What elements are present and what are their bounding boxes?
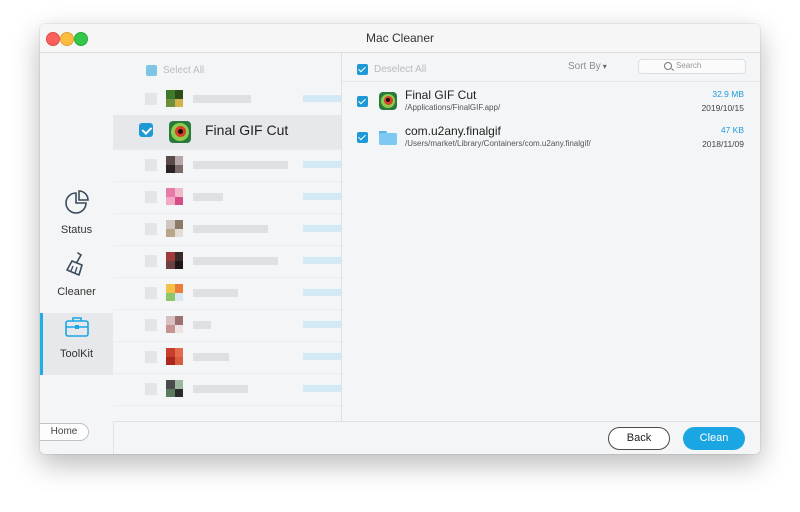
select-all-label: Select All	[163, 65, 205, 77]
sidebar-item-label: Cleaner	[57, 286, 96, 298]
app-checkbox[interactable]	[139, 123, 153, 137]
final-gif-cut-app-icon	[169, 121, 191, 143]
mac-cleaner-window: Mac Cleaner Status Cleaner ToolKit Home …	[40, 24, 760, 454]
search-icon	[664, 62, 672, 70]
toolbox-icon	[65, 317, 89, 337]
app-row[interactable]	[113, 181, 341, 214]
app-row[interactable]	[113, 341, 341, 374]
file-path: /Users/market/Library/Containers/com.u2a…	[405, 139, 591, 148]
broom-icon	[66, 252, 83, 276]
file-date: 2018/11/09	[702, 139, 744, 149]
detail-header: Deselect All Sort By ▾ Search	[342, 53, 760, 82]
select-all-checkbox[interactable]	[146, 65, 157, 77]
selected-app-name: Final GIF Cut	[205, 122, 289, 138]
app-icon	[379, 92, 397, 110]
clean-button[interactable]: Clean	[683, 427, 745, 450]
deselect-all-control[interactable]: Deselect All	[357, 61, 426, 79]
file-checkbox[interactable]	[357, 132, 368, 143]
file-name: Final GIF Cut	[405, 88, 477, 102]
sort-by-dropdown[interactable]: Sort By ▾	[568, 61, 607, 72]
sidebar-item-label: Status	[60, 224, 93, 236]
file-row[interactable]: com.u2any.finalgif /Users/market/Library…	[342, 120, 760, 156]
sidebar-item-status[interactable]: Status	[40, 189, 113, 251]
app-row[interactable]	[113, 277, 341, 310]
folder-icon	[379, 131, 397, 145]
search-placeholder: Search	[676, 61, 702, 70]
file-date: 2019/10/15	[701, 103, 744, 113]
sidebar-item-toolkit[interactable]: ToolKit	[40, 313, 113, 375]
deselect-all-label: Deselect All	[374, 64, 427, 76]
file-row[interactable]: Final GIF Cut /Applications/FinalGIF.app…	[342, 84, 760, 120]
pie-chart-icon	[65, 190, 89, 214]
app-row-selected[interactable]: Final GIF Cut	[113, 115, 341, 150]
sidebar-item-label: ToolKit	[59, 348, 94, 360]
footer-bar: Back Clean	[114, 421, 760, 454]
app-list-panel: Select All Final GIF Cut	[113, 53, 342, 421]
search-input[interactable]: Search	[638, 59, 746, 74]
title-bar: Mac Cleaner	[40, 24, 760, 53]
select-all-control[interactable]: Select All	[146, 62, 205, 77]
sort-by-label: Sort By	[568, 61, 601, 72]
deselect-all-checkbox[interactable]	[357, 64, 368, 76]
file-name: com.u2any.finalgif	[405, 124, 501, 138]
app-row[interactable]	[113, 149, 341, 182]
window-title: Mac Cleaner	[365, 31, 435, 45]
app-row[interactable]	[113, 309, 341, 342]
file-size: 32.9 MB	[712, 89, 744, 99]
app-row[interactable]	[113, 213, 341, 246]
file-size: 47 KB	[720, 125, 744, 135]
file-path: /Applications/FinalGIF.app/	[405, 103, 501, 112]
sidebar-item-cleaner[interactable]: Cleaner	[40, 251, 113, 313]
active-indicator	[40, 313, 43, 375]
back-button[interactable]: Back	[608, 427, 670, 450]
app-row[interactable]	[113, 83, 341, 116]
app-row[interactable]	[113, 245, 341, 278]
file-checkbox[interactable]	[357, 96, 368, 107]
chevron-down-icon: ▾	[602, 62, 607, 71]
app-row[interactable]	[113, 373, 341, 406]
file-detail-panel: Deselect All Sort By ▾ Search Final GIF C…	[342, 53, 760, 421]
home-button[interactable]: Home	[40, 423, 89, 441]
sidebar: Status Cleaner ToolKit Home	[40, 53, 114, 454]
